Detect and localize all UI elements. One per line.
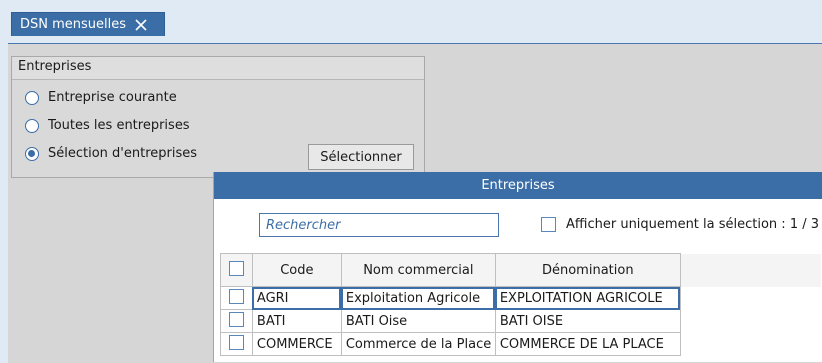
cell-nom-commercial[interactable]: Exploitation Agricole — [340, 286, 496, 310]
column-header-code[interactable]: Code — [251, 253, 342, 287]
row-checkbox-cell — [220, 332, 253, 356]
cell-denomination[interactable]: COMMERCE DE LA PLACE — [494, 332, 681, 356]
row-checkbox-cell — [220, 286, 253, 310]
radio-selected-icon[interactable] — [25, 146, 39, 161]
row-checkbox[interactable] — [228, 288, 244, 304]
radio-toutes-entreprises[interactable]: Toutes les entreprises — [25, 118, 190, 133]
dialog-title: Entreprises — [214, 172, 822, 199]
selectionner-button[interactable]: Sélectionner — [308, 144, 414, 170]
table-row[interactable]: COMMERCE Commerce de la Place COMMERCE D… — [220, 332, 822, 356]
cell-code[interactable]: AGRI — [251, 286, 342, 310]
close-icon[interactable] — [134, 18, 148, 32]
radio-icon[interactable] — [25, 90, 39, 105]
cell-denomination[interactable]: EXPLOITATION AGRICOLE — [494, 286, 681, 310]
cell-code[interactable]: COMMERCE — [251, 332, 342, 356]
entreprises-group: Entreprises Entreprise courante Toutes l… — [11, 56, 425, 178]
cell-nom-commercial[interactable]: Commerce de la Place — [340, 332, 496, 356]
radio-selection-entreprises[interactable]: Sélection d'entreprises — [25, 146, 197, 161]
radio-entreprise-courante[interactable]: Entreprise courante — [25, 90, 177, 105]
entreprises-table: Code Nom commercial Dénomination AGRI Ex… — [220, 253, 822, 356]
radio-icon[interactable] — [25, 118, 39, 133]
row-filler — [680, 310, 821, 333]
row-filler — [680, 333, 821, 356]
cell-code[interactable]: BATI — [251, 309, 342, 333]
radio-label: Toutes les entreprises — [48, 118, 190, 133]
column-header-nom-commercial[interactable]: Nom commercial — [340, 253, 496, 287]
search-input[interactable] — [259, 213, 499, 237]
row-filler — [680, 287, 821, 310]
row-checkbox[interactable] — [228, 334, 244, 350]
radio-label: Entreprise courante — [48, 90, 177, 105]
tab-title: DSN mensuelles — [20, 17, 127, 32]
tab-dsn-mensuelles[interactable]: DSN mensuelles — [11, 12, 165, 36]
column-header-denomination[interactable]: Dénomination — [494, 253, 681, 287]
table-header: Code Nom commercial Dénomination — [220, 253, 822, 287]
header-filler — [680, 253, 822, 287]
entreprises-dialog: Entreprises Afficher uniquement la sélec… — [213, 172, 822, 362]
select-all-checkbox[interactable] — [228, 260, 244, 276]
select-all-cell — [220, 253, 253, 287]
cell-nom-commercial[interactable]: BATI Oise — [340, 309, 496, 333]
group-title: Entreprises — [12, 57, 424, 80]
table-row[interactable]: BATI BATI Oise BATI OISE — [220, 309, 822, 333]
filter-selection[interactable]: Afficher uniquement la sélection : 1 / 3 — [541, 217, 819, 232]
row-checkbox[interactable] — [228, 311, 244, 327]
filter-checkbox[interactable] — [541, 217, 556, 232]
table-row[interactable]: AGRI Exploitation Agricole EXPLOITATION … — [220, 286, 822, 310]
row-checkbox-cell — [220, 309, 253, 333]
cell-denomination[interactable]: BATI OISE — [494, 309, 681, 333]
filter-label: Afficher uniquement la sélection : 1 / 3 — [566, 217, 820, 232]
radio-label: Sélection d'entreprises — [48, 146, 198, 161]
